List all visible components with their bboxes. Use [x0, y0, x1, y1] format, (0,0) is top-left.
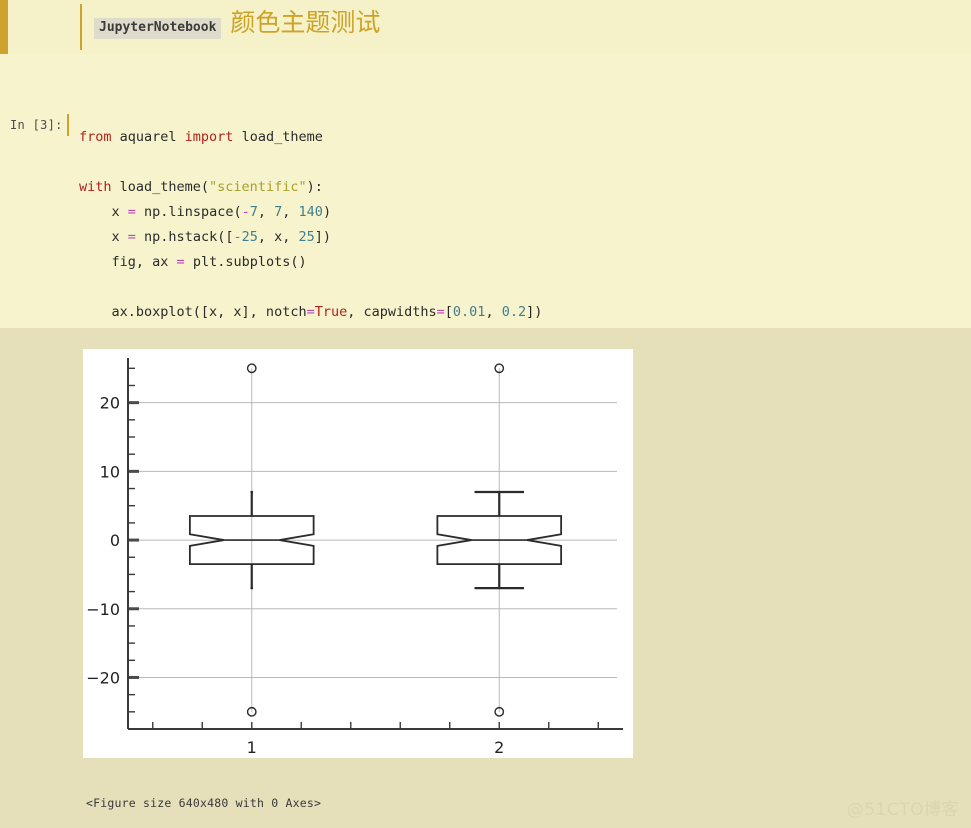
code-token: =	[176, 254, 185, 270]
code-token: , capwidths	[347, 304, 437, 320]
code-token: ])	[314, 229, 332, 245]
execution-count-prompt: In [3]:	[10, 118, 63, 132]
code-token: 7	[249, 204, 258, 220]
code-token: ax.boxplot([x, x], notch	[79, 304, 307, 320]
code-token: import	[184, 129, 242, 145]
site-watermark: @51CTO博客	[846, 800, 959, 820]
y-tick-label: 20	[100, 394, 120, 413]
code-token: aquarel	[119, 129, 185, 145]
code-gutter-divider	[67, 114, 69, 136]
y-tick-label: 0	[110, 531, 120, 550]
code-token: ,	[485, 304, 502, 320]
code-token: x	[79, 229, 128, 245]
code-line: ax.boxplot([x, x], notch=True, capwidths…	[79, 300, 543, 325]
code-token: =	[306, 304, 315, 320]
code-token: 25	[241, 229, 258, 245]
code-token: ):	[306, 179, 323, 195]
code-token: -	[241, 204, 250, 220]
code-token: 0.01	[452, 304, 486, 320]
code-token: 140	[298, 204, 323, 220]
code-token: 0.2	[501, 304, 527, 320]
figure-repr-text: <Figure size 640x480 with 0 Axes>	[86, 796, 322, 810]
y-tick-label: 10	[100, 462, 120, 481]
code-token: x	[79, 204, 128, 220]
code-token: "scientific"	[209, 179, 307, 195]
code-line: with load_theme("scientific"):	[79, 175, 542, 200]
code-token: True	[314, 304, 348, 320]
code-line: x = np.linspace(-7, 7, 140)	[79, 200, 542, 225]
y-tick-label: −10	[86, 600, 120, 619]
notebook-title-cell: JupyterNotebook 颜色主题测试	[0, 0, 971, 54]
title-gutter-divider	[80, 4, 82, 50]
title-code-badge: JupyterNotebook	[94, 18, 222, 39]
code-token: , x,	[257, 229, 299, 245]
code-token: load_theme	[241, 129, 323, 145]
code-token: with	[79, 179, 120, 195]
y-tick-label: −20	[86, 668, 120, 687]
code-token: =	[127, 229, 136, 245]
code-line: from aquarel import load_theme	[79, 125, 542, 150]
code-token: load_theme(	[119, 179, 210, 195]
code-token: fig, ax	[79, 254, 177, 270]
code-token: ,	[257, 204, 275, 220]
code-token: 25	[298, 229, 315, 245]
code-token: np.linspace(	[135, 204, 242, 220]
title-accent-bar	[0, 0, 8, 54]
cell-output-area: −20 −10 0 10 20 1 2 <Figure size 640x480 with …	[0, 328, 971, 828]
matplotlib-figure: −20 −10 0 10 20 1 2	[83, 349, 633, 758]
code-token: =	[436, 304, 445, 320]
code-token: =	[127, 204, 136, 220]
code-cell[interactable]: In [3]: from aquarel import load_theme w…	[0, 54, 971, 370]
code-line: x = np.hstack([-25, x, 25])	[79, 225, 542, 250]
code-token: [	[444, 304, 453, 320]
boxplot-chart: −20 −10 0 10 20 1 2	[86, 358, 623, 757]
code-token: ,	[282, 204, 299, 220]
page-title: 颜色主题测试	[230, 8, 381, 37]
code-token: np.hstack([	[135, 229, 234, 245]
code-token: )	[322, 204, 332, 220]
code-token: -	[233, 229, 242, 245]
x-tick-label: 2	[494, 738, 504, 757]
code-token: plt.subplots()	[184, 254, 307, 270]
x-tick-label: 1	[247, 738, 257, 757]
code-token: ])	[526, 304, 543, 320]
code-line: fig, ax = plt.subplots()	[79, 250, 542, 275]
code-token: from	[79, 129, 120, 145]
title-text-group: JupyterNotebook 颜色主题测试	[94, 9, 380, 39]
